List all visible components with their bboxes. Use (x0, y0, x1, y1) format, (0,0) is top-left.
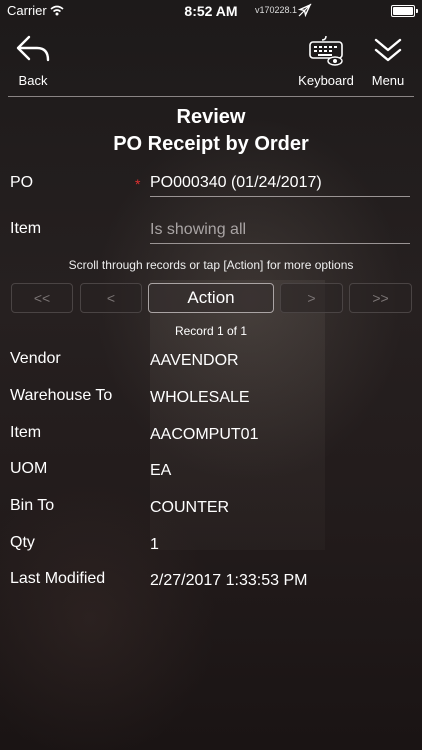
previous-record-button[interactable]: < (80, 283, 142, 313)
menu-label: Menu (371, 73, 405, 88)
chevron-down-icon (372, 38, 404, 69)
detail-value: 1 (150, 536, 159, 553)
record-pager: << < Action > >> (0, 283, 422, 313)
item-filter-field[interactable]: Is showing all (150, 221, 410, 244)
detail-value: AAVENDOR (150, 352, 239, 369)
detail-value: WHOLESALE (150, 389, 250, 406)
battery-icon (391, 5, 418, 17)
last-record-button[interactable]: >> (349, 283, 412, 313)
detail-value: 2/27/2017 1:33:53 PM (150, 572, 308, 589)
first-record-button[interactable]: << (11, 283, 73, 313)
instructions-text: Scroll through records or tap [Action] f… (68, 258, 354, 272)
detail-value: AACOMPUT01 (150, 426, 259, 443)
detail-label: Bin To (10, 497, 55, 514)
keyboard-icon (306, 35, 346, 69)
back-arrow-icon (13, 35, 53, 69)
detail-label: UOM (10, 460, 48, 477)
menu-button[interactable]: Menu (366, 34, 410, 88)
po-label: PO (10, 174, 34, 191)
location-icon (297, 3, 312, 20)
record-counter: Record 1 of 1 (174, 324, 248, 338)
back-button[interactable]: Back (10, 34, 56, 88)
detail-value: COUNTER (150, 499, 230, 516)
page-title: Review (176, 106, 246, 128)
next-record-button[interactable]: > (280, 283, 343, 313)
clock: 8:52 AM (184, 3, 238, 19)
header-divider (8, 96, 414, 97)
back-label: Back (18, 73, 48, 88)
detail-label: Item (10, 424, 42, 441)
page-subtitle: PO Receipt by Order (113, 133, 309, 155)
po-field[interactable]: PO000340 (01/24/2017) (150, 174, 410, 197)
detail-label: Last Modified (10, 570, 106, 587)
keyboard-label: Keyboard (298, 73, 354, 88)
top-navbar: Back Keyboard Menu (0, 22, 422, 96)
detail-label: Warehouse To (10, 387, 113, 404)
detail-label: Qty (10, 534, 35, 551)
keyboard-button[interactable]: Keyboard (296, 34, 356, 88)
version-label: v170228.1 (255, 5, 298, 15)
detail-label: Vendor (10, 350, 61, 367)
detail-value: EA (150, 462, 172, 479)
status-bar: Carrier 8:52 AM v170228.1 (0, 0, 422, 22)
action-button[interactable]: Action (148, 283, 274, 313)
item-filter-label: Item (10, 220, 42, 237)
required-indicator: * (135, 176, 141, 192)
